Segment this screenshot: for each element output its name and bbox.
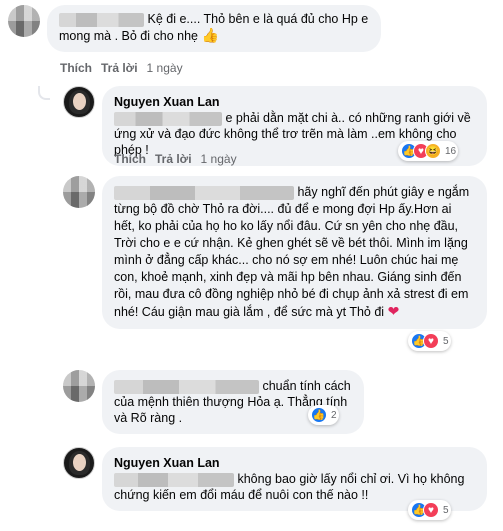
reaction-count: 5 xyxy=(443,335,449,347)
reply-connector xyxy=(38,86,50,100)
reaction-count: 5 xyxy=(443,504,449,516)
comment-actions: Thích Trả lời 1 ngày xyxy=(114,152,237,166)
love-icon: ♥ xyxy=(423,502,439,518)
like-link[interactable]: Thích xyxy=(60,61,92,75)
author-name[interactable]: Nguyen Xuan Lan xyxy=(114,455,475,471)
redacted-name[interactable] xyxy=(114,379,259,394)
heart-emoji: ❤ xyxy=(387,303,400,319)
comment-bubble: Kệ đi e.... Thỏ bên e là quá đủ cho Hp e… xyxy=(47,5,381,52)
author-name[interactable]: Nguyen Xuan Lan xyxy=(114,94,475,110)
reaction-summary[interactable]: 👍 ♥ 5 xyxy=(408,331,451,351)
avatar[interactable] xyxy=(8,5,40,37)
reply-link[interactable]: Trả lời xyxy=(155,152,192,166)
reaction-summary[interactable]: 👍 2 xyxy=(308,405,339,425)
reaction-summary[interactable]: 👍 ♥ 5 xyxy=(408,500,451,520)
avatar[interactable] xyxy=(63,176,95,208)
reaction-count: 2 xyxy=(331,409,337,421)
reaction-count: 16 xyxy=(445,145,457,157)
redacted-tag[interactable] xyxy=(114,111,222,126)
redacted-name[interactable] xyxy=(114,185,294,200)
redacted-tag[interactable] xyxy=(114,472,234,487)
avatar[interactable] xyxy=(63,370,95,402)
comment-text: hãy nghĩ đến phút giây e ngắm từng bộ đồ… xyxy=(114,185,470,319)
thumbs-up-emoji: 👍 xyxy=(201,27,219,43)
comment: Kệ đi e.... Thỏ bên e là quá đủ cho Hp e… xyxy=(8,5,381,52)
comment-actions: Thích Trả lời 1 ngày xyxy=(60,61,183,75)
timestamp[interactable]: 1 ngày xyxy=(201,152,237,166)
love-icon: ♥ xyxy=(423,333,439,349)
redacted-name[interactable] xyxy=(59,12,144,27)
haha-icon: 😆 xyxy=(425,143,441,159)
reply-comment: hãy nghĩ đến phút giây e ngắm từng bộ đồ… xyxy=(63,176,487,329)
like-link[interactable]: Thích xyxy=(114,152,146,166)
comment-thread: Kệ đi e.... Thỏ bên e là quá đủ cho Hp e… xyxy=(0,0,503,531)
avatar[interactable] xyxy=(63,86,95,118)
reply-link[interactable]: Trả lời xyxy=(101,61,138,75)
timestamp[interactable]: 1 ngày xyxy=(147,61,183,75)
like-icon: 👍 xyxy=(311,407,327,423)
comment-bubble: hãy nghĩ đến phút giây e ngắm từng bộ đồ… xyxy=(102,176,487,329)
avatar[interactable] xyxy=(63,447,95,479)
reaction-summary[interactable]: 👍 ♥ 😆 16 xyxy=(398,141,459,161)
